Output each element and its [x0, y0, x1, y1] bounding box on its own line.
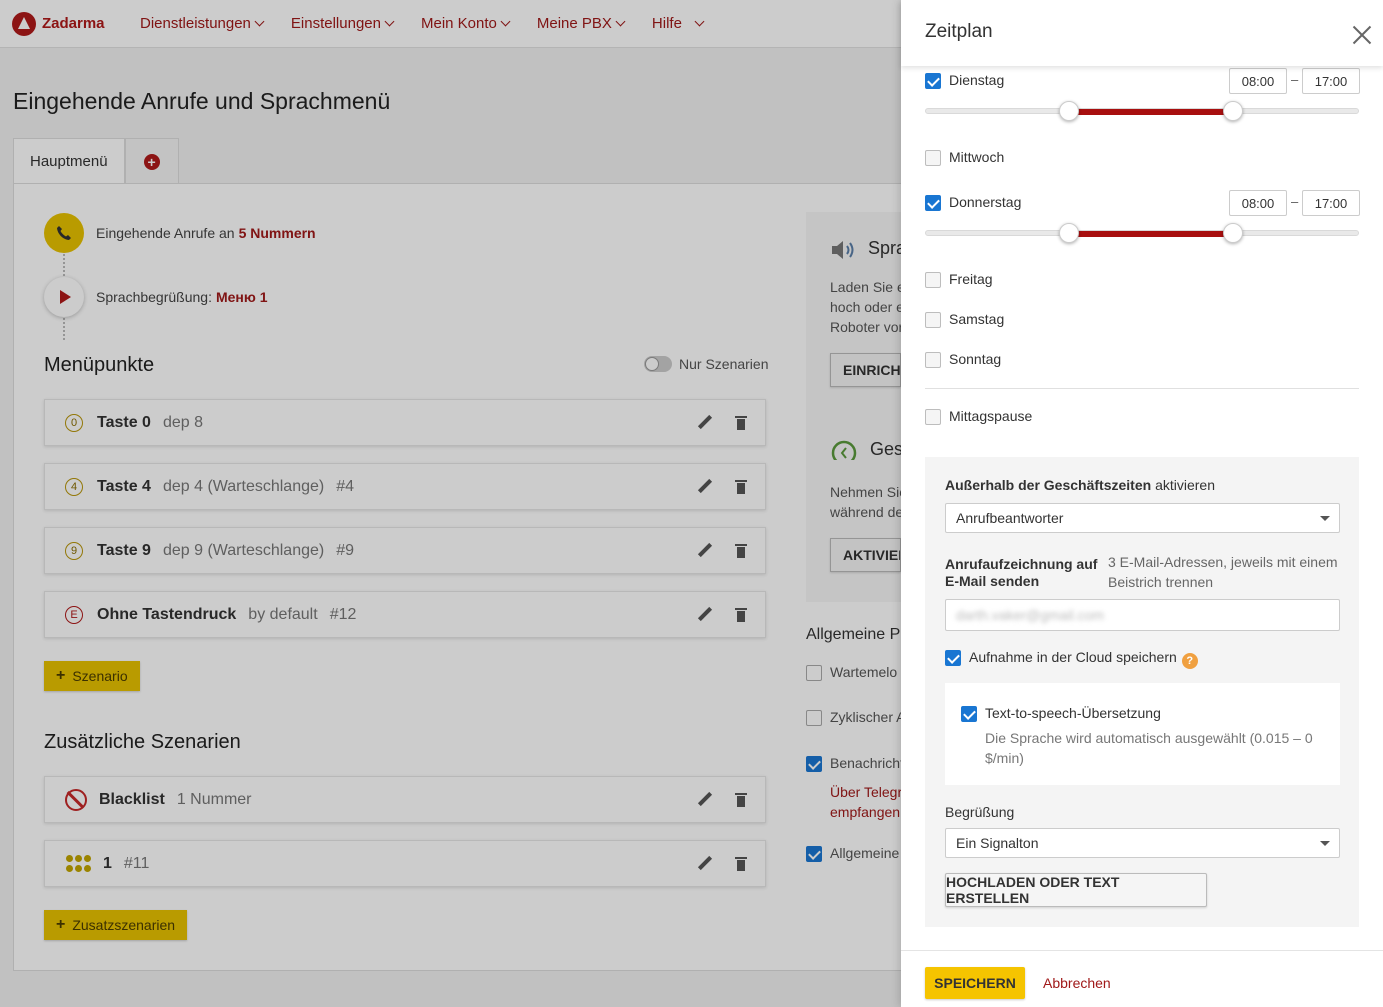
cloud-save-checkbox[interactable] — [945, 650, 961, 666]
outside-hours-label: Außerhalb der Geschäftszeiten aktivieren — [945, 477, 1215, 493]
thursday-label: Donnerstag — [949, 194, 1022, 210]
tuesday-checkbox[interactable] — [925, 73, 941, 89]
thursday-end-handle[interactable] — [1222, 223, 1243, 243]
wednesday-label: Mittwoch — [949, 149, 1005, 165]
schedule-drawer: Zeitplan Dienstag 08:00 – 17:00 Mittwoch… — [901, 0, 1383, 1007]
wednesday-checkbox[interactable] — [925, 150, 941, 166]
drawer-title: Zeitplan — [925, 21, 993, 42]
tts-hint: Die Sprache wird automatisch ausgewählt … — [985, 730, 1313, 766]
email-recording-label: Anrufaufzeichnung auf E-Mail senden — [945, 556, 1098, 589]
email-input[interactable]: darth.vaker@gmail.com — [945, 599, 1340, 631]
greeting-label: Begrüßung — [945, 804, 1015, 820]
caret-down-icon — [1320, 516, 1330, 521]
sunday-checkbox[interactable] — [925, 352, 941, 368]
sunday-label: Sonntag — [949, 351, 1002, 367]
tts-checkbox[interactable] — [961, 706, 977, 722]
saturday-label: Samstag — [949, 311, 1005, 327]
close-icon[interactable] — [1352, 25, 1372, 45]
save-button[interactable]: SPEICHERN — [925, 967, 1025, 999]
cloud-save-text: Aufnahme in der Cloud speichern — [969, 649, 1177, 665]
outside-hours-rest: aktivieren — [1155, 477, 1215, 493]
tts-label: Text-to-speech-Übersetzung — [985, 705, 1161, 721]
friday-label: Freitag — [949, 271, 993, 287]
thursday-to-input[interactable]: 17:00 — [1302, 190, 1360, 216]
outside-hours-value: Anrufbeantworter — [956, 510, 1064, 526]
saturday-checkbox[interactable] — [925, 312, 941, 328]
tuesday-end-handle[interactable] — [1222, 101, 1243, 121]
tuesday-start-handle[interactable] — [1059, 101, 1080, 121]
drawer-header: Zeitplan — [901, 0, 1383, 66]
time-dash: – — [1291, 194, 1299, 209]
time-dash: – — [1291, 72, 1299, 87]
help-icon[interactable]: ? — [1181, 653, 1198, 669]
thursday-from-input[interactable]: 08:00 — [1229, 190, 1287, 216]
caret-down-icon — [1320, 841, 1330, 846]
lunch-break-label: Mittagspause — [949, 408, 1033, 424]
tuesday-slider[interactable] — [925, 101, 1359, 121]
greeting-select[interactable]: Ein Signalton — [945, 828, 1340, 858]
modal-overlay[interactable] — [0, 0, 901, 1007]
upload-or-create-button[interactable]: HOCHLADEN ODER TEXT ERSTELLEN — [945, 873, 1207, 907]
email-hint: 3 E-Mail-Adressen, jeweils mit einem Bei… — [1108, 554, 1338, 590]
outside-hours-select[interactable]: Anrufbeantworter — [945, 503, 1340, 533]
lunch-break-checkbox[interactable] — [925, 409, 941, 425]
greeting-value: Ein Signalton — [956, 835, 1039, 851]
cancel-button[interactable]: Abbrechen — [1043, 975, 1111, 991]
tuesday-slider-range — [1069, 109, 1233, 115]
outside-hours-bold: Außerhalb der Geschäftszeiten — [945, 477, 1152, 493]
cloud-save-label: Aufnahme in der Cloud speichern? — [969, 649, 1198, 669]
thursday-slider[interactable] — [925, 223, 1359, 243]
drawer-footer: SPEICHERN Abbrechen — [901, 950, 1383, 1007]
email-value: darth.vaker@gmail.com — [956, 607, 1105, 623]
tuesday-from-input[interactable]: 08:00 — [1229, 68, 1287, 94]
thursday-checkbox[interactable] — [925, 195, 941, 211]
thursday-slider-range — [1069, 231, 1233, 237]
tuesday-to-input[interactable]: 17:00 — [1302, 68, 1360, 94]
divider — [925, 388, 1359, 389]
thursday-start-handle[interactable] — [1059, 223, 1080, 243]
friday-checkbox[interactable] — [925, 272, 941, 288]
tuesday-label: Dienstag — [949, 72, 1005, 88]
